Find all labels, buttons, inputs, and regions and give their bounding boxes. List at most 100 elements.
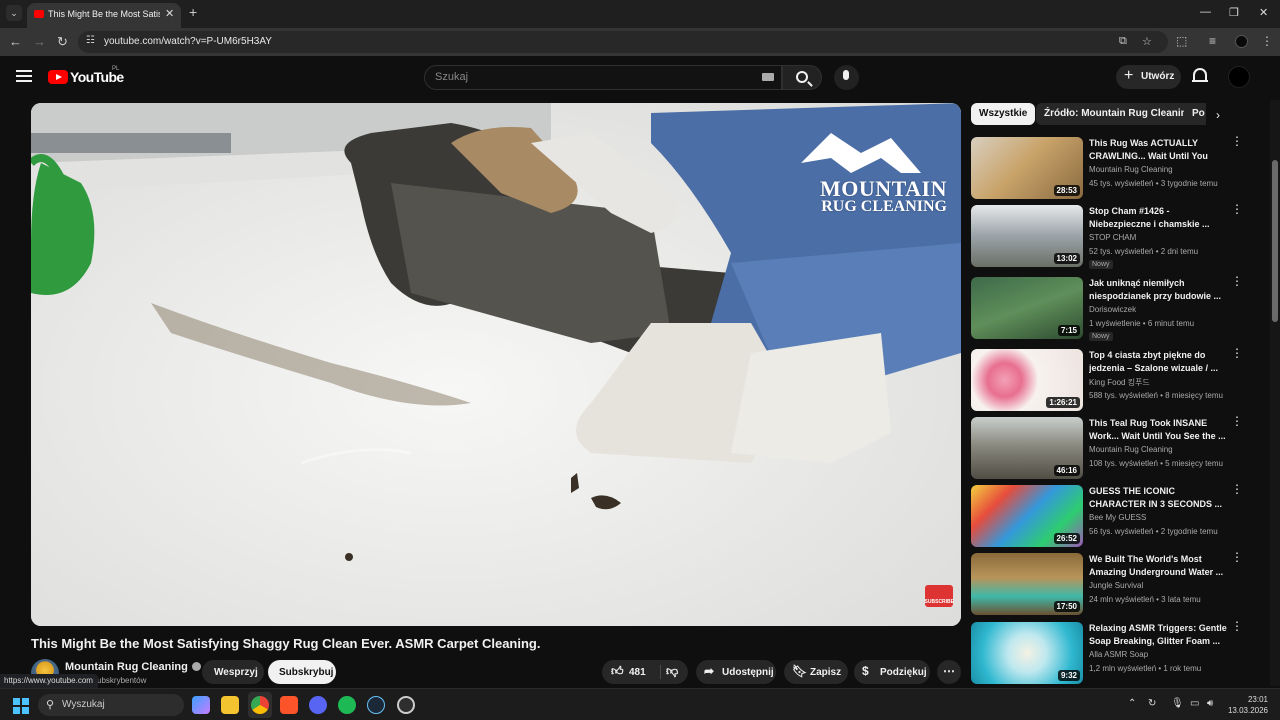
windows-start-icon[interactable] [13,698,29,714]
tab-search-button[interactable]: ⌄ [6,5,22,21]
chrome-icon[interactable] [251,696,269,714]
taskbar-clock[interactable]: 23:01 13.03.2026 [1223,694,1268,716]
recommendation-item[interactable]: 46:16 This Teal Rug Took INSANE Work... … [971,415,1256,479]
app-icon[interactable] [397,696,415,714]
video-thumbnail[interactable]: 17:50 [971,553,1083,615]
thanks-button[interactable]: $ Podziękuj [854,660,930,684]
discord-icon[interactable] [309,696,327,714]
recommendation-item[interactable]: 9:32 Relaxing ASMR Triggers: Gentle Soap… [971,620,1256,684]
chips-next-icon[interactable]: › [1216,108,1220,122]
rec-menu-icon[interactable]: ⋮ [1231,620,1243,632]
rec-title[interactable]: This Rug Was ACTUALLY CRAWLING... Wait U… [1089,137,1227,163]
steam-icon[interactable] [367,696,385,714]
youtube-logo-icon[interactable] [48,70,68,84]
install-app-icon[interactable]: ⧉ [1119,35,1127,48]
extensions-icon[interactable]: ⬚ [1176,34,1187,48]
rec-title[interactable]: We Built The World's Most Amazing Underg… [1089,553,1227,579]
rec-channel[interactable]: King Food 킹푸드 [1089,377,1150,388]
taskbar-search-input[interactable]: ⚲ Wyszukaj [38,694,184,716]
notifications-bell-icon[interactable] [1192,68,1208,82]
volume-icon[interactable]: 🔊︎ [1207,698,1213,709]
save-button[interactable]: 🔖︎ Zapisz [784,660,848,684]
voice-search-icon[interactable] [834,65,859,90]
rec-channel[interactable]: Dorisowiczek [1089,305,1136,314]
create-button[interactable]: + Utwórz [1116,65,1181,89]
video-thumbnail[interactable]: 26:52 [971,485,1083,547]
video-thumbnail[interactable]: 7:15 [971,277,1083,339]
scrollbar-thumb[interactable] [1272,160,1278,322]
sync-icon[interactable]: ↻ [1148,698,1156,709]
minimize-icon[interactable]: — [1200,6,1211,18]
media-controls-icon[interactable]: ≡ [1209,34,1216,48]
recommendation-item[interactable]: 26:52 GUESS THE ICONIC CHARACTER IN 3 SE… [971,483,1256,547]
recommendation-item[interactable]: 7:15 Jak uniknąć niemiłych niespodzianek… [971,275,1256,341]
rec-channel[interactable]: STOP CHAM [1089,233,1136,242]
chip-all[interactable]: Wszystkie [971,103,1036,125]
rec-title[interactable]: Top 4 ciasta zbyt piękne do jedzenia – S… [1089,349,1227,375]
microphone-tray-icon[interactable]: 🎙︎ [1171,698,1184,709]
bookmark-star-icon[interactable]: ☆ [1142,35,1152,48]
rec-menu-icon[interactable]: ⋮ [1231,551,1243,563]
chip-more[interactable]: Po [1184,103,1206,125]
guide-menu-icon[interactable] [16,70,32,85]
recommendation-item[interactable]: 17:50 We Built The World's Most Amazing … [971,551,1256,615]
file-explorer-icon[interactable] [221,696,239,714]
site-info-icon[interactable]: ☷ [86,35,95,46]
rec-title[interactable]: This Teal Rug Took INSANE Work... Wait U… [1089,417,1227,443]
rec-title[interactable]: Relaxing ASMR Triggers: Gentle Soap Brea… [1089,622,1227,648]
forward-icon[interactable]: → [33,34,46,49]
tray-expand-icon[interactable]: ⌃ [1128,698,1136,709]
new-tab-icon[interactable]: + [189,4,197,20]
rec-title[interactable]: Stop Cham #1426 - Niebezpieczne i chamsk… [1089,205,1227,231]
back-icon[interactable]: ← [9,34,22,49]
rec-channel[interactable]: Mountain Rug Cleaning [1089,445,1173,454]
copilot-icon[interactable] [192,696,210,714]
video-thumbnail[interactable]: 28:53 [971,137,1083,199]
video-thumbnail[interactable]: 1:26:21 [971,349,1083,411]
recommendation-item[interactable]: 13:02 Stop Cham #1426 - Niebezpieczne i … [971,203,1256,269]
dislike-icon[interactable]: 👎︎ [666,664,678,679]
rec-menu-icon[interactable]: ⋮ [1231,135,1243,147]
video-thumbnail[interactable]: 46:16 [971,417,1083,479]
spotify-icon[interactable] [338,696,356,714]
channel-name-text[interactable]: Mountain Rug Cleaning [65,661,188,673]
channel-name[interactable]: Mountain Rug Cleaning [65,661,201,673]
browser-tab-active[interactable]: This Might Be the Most Satisfying Shaggy… [27,3,181,28]
rec-menu-icon[interactable]: ⋮ [1231,203,1243,215]
rec-menu-icon[interactable]: ⋮ [1231,483,1243,495]
keyboard-icon[interactable] [762,73,774,81]
account-avatar[interactable] [1228,66,1250,88]
video-player[interactable]: MOUNTAIN RUG CLEANING SUBSCRIBE [31,103,961,626]
address-bar[interactable]: ☷ youtube.com/watch?v=P-UM6r5H3AY ⧉ ☆ [78,31,1168,53]
chip-source[interactable]: Źródło: Mountain Rug Cleaning [1036,103,1201,125]
rec-menu-icon[interactable]: ⋮ [1231,275,1243,287]
rec-channel[interactable]: Mountain Rug Cleaning [1089,165,1173,174]
like-count[interactable]: 481 [629,667,646,678]
recommendation-item[interactable]: 1:26:21 Top 4 ciasta zbyt piękne do jedz… [971,347,1256,411]
subscribe-button[interactable]: Subskrybuj [268,660,336,684]
brave-icon[interactable] [280,696,298,714]
video-thumbnail[interactable]: 13:02 [971,205,1083,267]
close-window-icon[interactable]: ✕ [1259,6,1268,19]
rec-menu-icon[interactable]: ⋮ [1231,415,1243,427]
chrome-menu-icon[interactable]: ⋮ [1261,34,1273,48]
rec-channel[interactable]: Bee My GUESS [1089,513,1146,522]
reload-icon[interactable]: ↻ [57,34,68,50]
rec-channel[interactable]: Alla ASMR Soap [1089,650,1148,659]
network-icon[interactable]: ▭ [1190,698,1199,709]
more-actions-button[interactable]: ⋯ [937,660,961,684]
rec-title[interactable]: GUESS THE ICONIC CHARACTER IN 3 SECONDS … [1089,485,1227,511]
share-button[interactable]: ➦ Udostępnij [696,660,776,684]
tab-close-icon[interactable]: ✕ [165,7,174,20]
like-icon[interactable]: 👍︎ [611,664,624,679]
rec-menu-icon[interactable]: ⋮ [1231,347,1243,359]
page-scrollbar[interactable] [1270,100,1280,686]
restore-icon[interactable]: ❐ [1229,6,1239,19]
search-button[interactable] [782,65,822,90]
join-button[interactable]: Wesprzyj [202,660,264,684]
rec-title[interactable]: Jak uniknąć niemiłych niespodzianek przy… [1089,277,1227,303]
profile-avatar-icon[interactable] [1235,35,1248,48]
video-thumbnail[interactable]: 9:32 [971,622,1083,684]
search-input[interactable]: Szukaj [424,65,782,90]
rec-channel[interactable]: Jungle Survival [1089,581,1143,590]
